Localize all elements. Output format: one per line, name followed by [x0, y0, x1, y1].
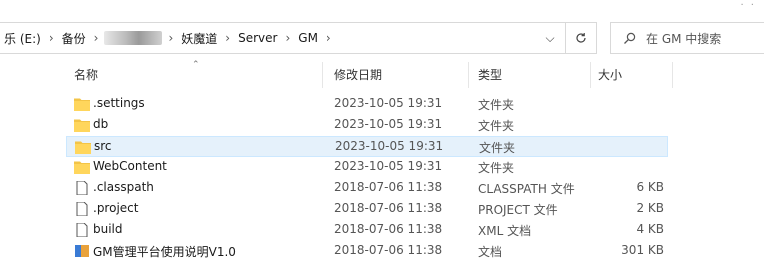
file-name: build: [93, 222, 123, 236]
file-type: PROJECT 文件: [478, 203, 558, 217]
search-placeholder: 在 GM 中搜索: [646, 31, 722, 46]
sort-ascending-icon: ⌃: [192, 60, 200, 70]
file-row-selected[interactable]: src 2023-10-05 19:31 文件夹: [66, 136, 668, 157]
file-name: db: [93, 117, 109, 131]
document-icon: [75, 245, 89, 257]
file-row[interactable]: .settings 2023-10-05 19:31 文件夹: [66, 94, 668, 115]
folder-icon: [75, 141, 91, 154]
chevron-right-icon[interactable]: ›: [221, 31, 234, 45]
redacted-breadcrumb[interactable]: [104, 31, 163, 45]
folder-icon: [74, 161, 90, 174]
file-date: 2023-10-05 19:31: [335, 139, 444, 153]
file-date: 2018-07-06 11:38: [334, 222, 443, 236]
breadcrumb-server[interactable]: Server: [234, 31, 281, 45]
chevron-right-icon[interactable]: ›: [164, 31, 177, 45]
file-date: 2018-07-06 11:38: [334, 201, 443, 215]
breadcrumb-drive[interactable]: 乐 (E:): [0, 30, 45, 47]
chevron-right-icon[interactable]: ›: [90, 31, 103, 45]
address-history-dropdown[interactable]: ⌵: [535, 31, 565, 46]
file-row[interactable]: build 2018-07-06 11:38 XML 文档 4 KB: [66, 220, 668, 241]
column-divider[interactable]: [468, 62, 469, 88]
file-size: 2 KB: [636, 201, 664, 215]
breadcrumb: 乐 (E:) › 备份 › › 妖魔道 › Server › GM ›: [0, 23, 335, 53]
file-size: 6 KB: [636, 180, 664, 194]
search-icon: [624, 32, 636, 44]
file-type: 文件夹: [478, 119, 515, 133]
file-date: 2023-10-05 19:31: [334, 117, 443, 131]
file-date: 2023-10-05 19:31: [334, 159, 443, 173]
file-icon: [76, 202, 88, 216]
file-name: .settings: [93, 96, 145, 110]
file-date: 2018-07-06 11:38: [334, 243, 443, 257]
file-icon: [76, 181, 88, 195]
file-date: 2018-07-06 11:38: [334, 180, 443, 194]
file-row[interactable]: GM管理平台使用说明V1.0 2018-07-06 11:38 文档 301 K…: [66, 241, 668, 262]
column-date[interactable]: 修改日期: [334, 66, 382, 83]
column-divider[interactable]: [672, 62, 673, 88]
chevron-right-icon[interactable]: ›: [322, 31, 335, 45]
file-type: 文件夹: [478, 98, 515, 112]
file-name: WebContent: [93, 159, 167, 173]
file-type: 文件夹: [478, 161, 515, 175]
column-type[interactable]: 类型: [478, 66, 502, 83]
file-size: 4 KB: [636, 222, 664, 236]
refresh-button[interactable]: [565, 23, 596, 53]
file-row[interactable]: db 2023-10-05 19:31 文件夹: [66, 115, 668, 136]
file-size: 301 KB: [621, 243, 664, 257]
file-name: .project: [93, 201, 139, 215]
file-icon: [76, 223, 88, 237]
folder-icon: [74, 119, 90, 132]
file-type: CLASSPATH 文件: [478, 182, 575, 196]
file-row[interactable]: .project 2018-07-06 11:38 PROJECT 文件 2 K…: [66, 199, 668, 220]
file-type: 文件夹: [479, 141, 516, 155]
refresh-icon: [576, 33, 586, 43]
breadcrumb-backup[interactable]: 备份: [58, 30, 90, 47]
file-name: src: [94, 139, 112, 153]
column-size[interactable]: 大小: [598, 66, 622, 83]
column-divider[interactable]: [590, 62, 591, 88]
file-type: 文档: [478, 245, 503, 259]
folder-icon: [74, 98, 90, 111]
search-box[interactable]: 在 GM 中搜索: [610, 22, 764, 54]
file-row[interactable]: .classpath 2018-07-06 11:38 CLASSPATH 文件…: [66, 178, 668, 199]
file-name: GM管理平台使用说明V1.0: [93, 245, 236, 259]
column-header: ⌃ 名称 修改日期 类型 大小: [0, 60, 764, 88]
address-bar[interactable]: 乐 (E:) › 备份 › › 妖魔道 › Server › GM › ⌵: [0, 22, 597, 54]
column-divider[interactable]: [322, 62, 323, 88]
file-name: .classpath: [93, 180, 154, 194]
breadcrumb-gm[interactable]: GM: [294, 31, 322, 45]
breadcrumb-yaomodao[interactable]: 妖魔道: [177, 30, 221, 47]
file-type: XML 文档: [478, 224, 532, 238]
chevron-right-icon[interactable]: ›: [45, 31, 58, 45]
file-row[interactable]: WebContent 2023-10-05 19:31 文件夹: [66, 157, 668, 178]
column-name[interactable]: 名称: [74, 66, 98, 83]
chevron-right-icon[interactable]: ›: [281, 31, 294, 45]
grip-dots-icon: · ·: [740, 0, 756, 11]
file-date: 2023-10-05 19:31: [334, 96, 443, 110]
